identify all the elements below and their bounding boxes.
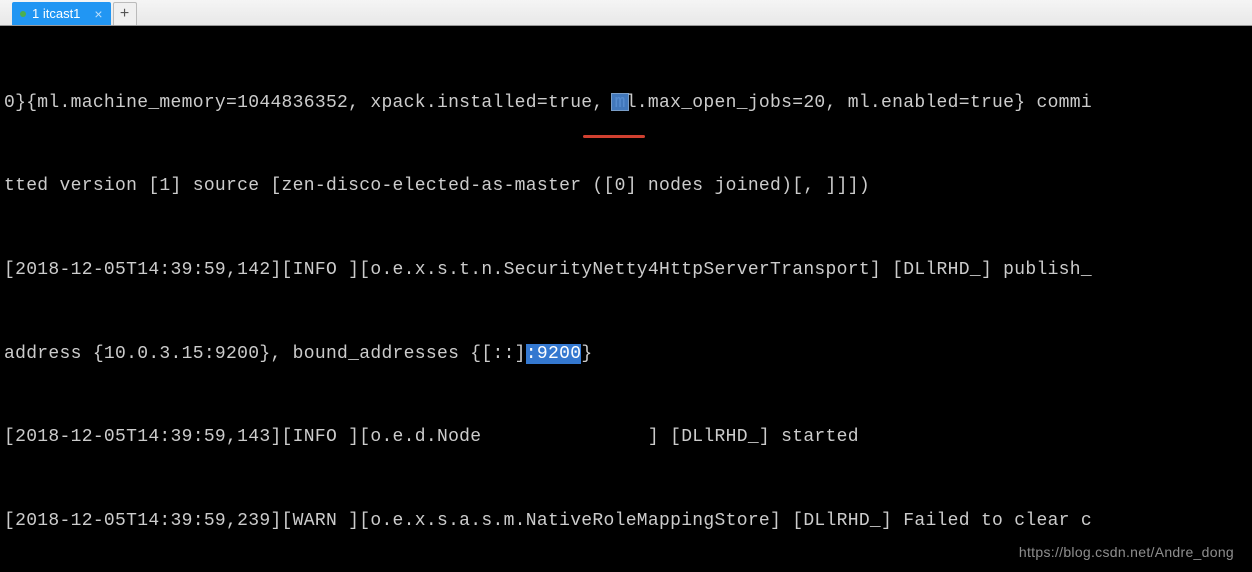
tab-label: 1 itcast1 — [32, 6, 80, 21]
plus-icon: + — [120, 5, 130, 23]
selected-text: :9200 — [526, 344, 582, 364]
new-tab-button[interactable]: + — [113, 2, 137, 25]
log-line: [2018-12-05T14:39:59,142][INFO ][o.e.x.s… — [4, 257, 1248, 285]
tab-active[interactable]: 1 itcast1 × — [12, 2, 111, 25]
log-line: [2018-12-05T14:39:59,239][WARN ][o.e.x.s… — [4, 508, 1248, 536]
tab-bar: 1 itcast1 × + — [0, 0, 1252, 26]
text-cursor-icon — [611, 93, 629, 111]
annotation-underline — [583, 135, 645, 138]
close-icon[interactable]: × — [94, 6, 102, 22]
connection-status-icon — [20, 11, 26, 17]
terminal-output[interactable]: 0}{ml.machine_memory=1044836352, xpack.i… — [0, 26, 1252, 572]
log-line: [2018-12-05T14:39:59,143][INFO ][o.e.d.N… — [4, 424, 1248, 452]
log-line: address {10.0.3.15:9200}, bound_addresse… — [4, 341, 1248, 369]
log-line: tted version [1] source [zen-disco-elect… — [4, 173, 1248, 201]
watermark-text: https://blog.csdn.net/Andre_dong — [1019, 542, 1234, 564]
window: 1 itcast1 × + 0}{ml.machine_memory=10448… — [0, 0, 1252, 572]
